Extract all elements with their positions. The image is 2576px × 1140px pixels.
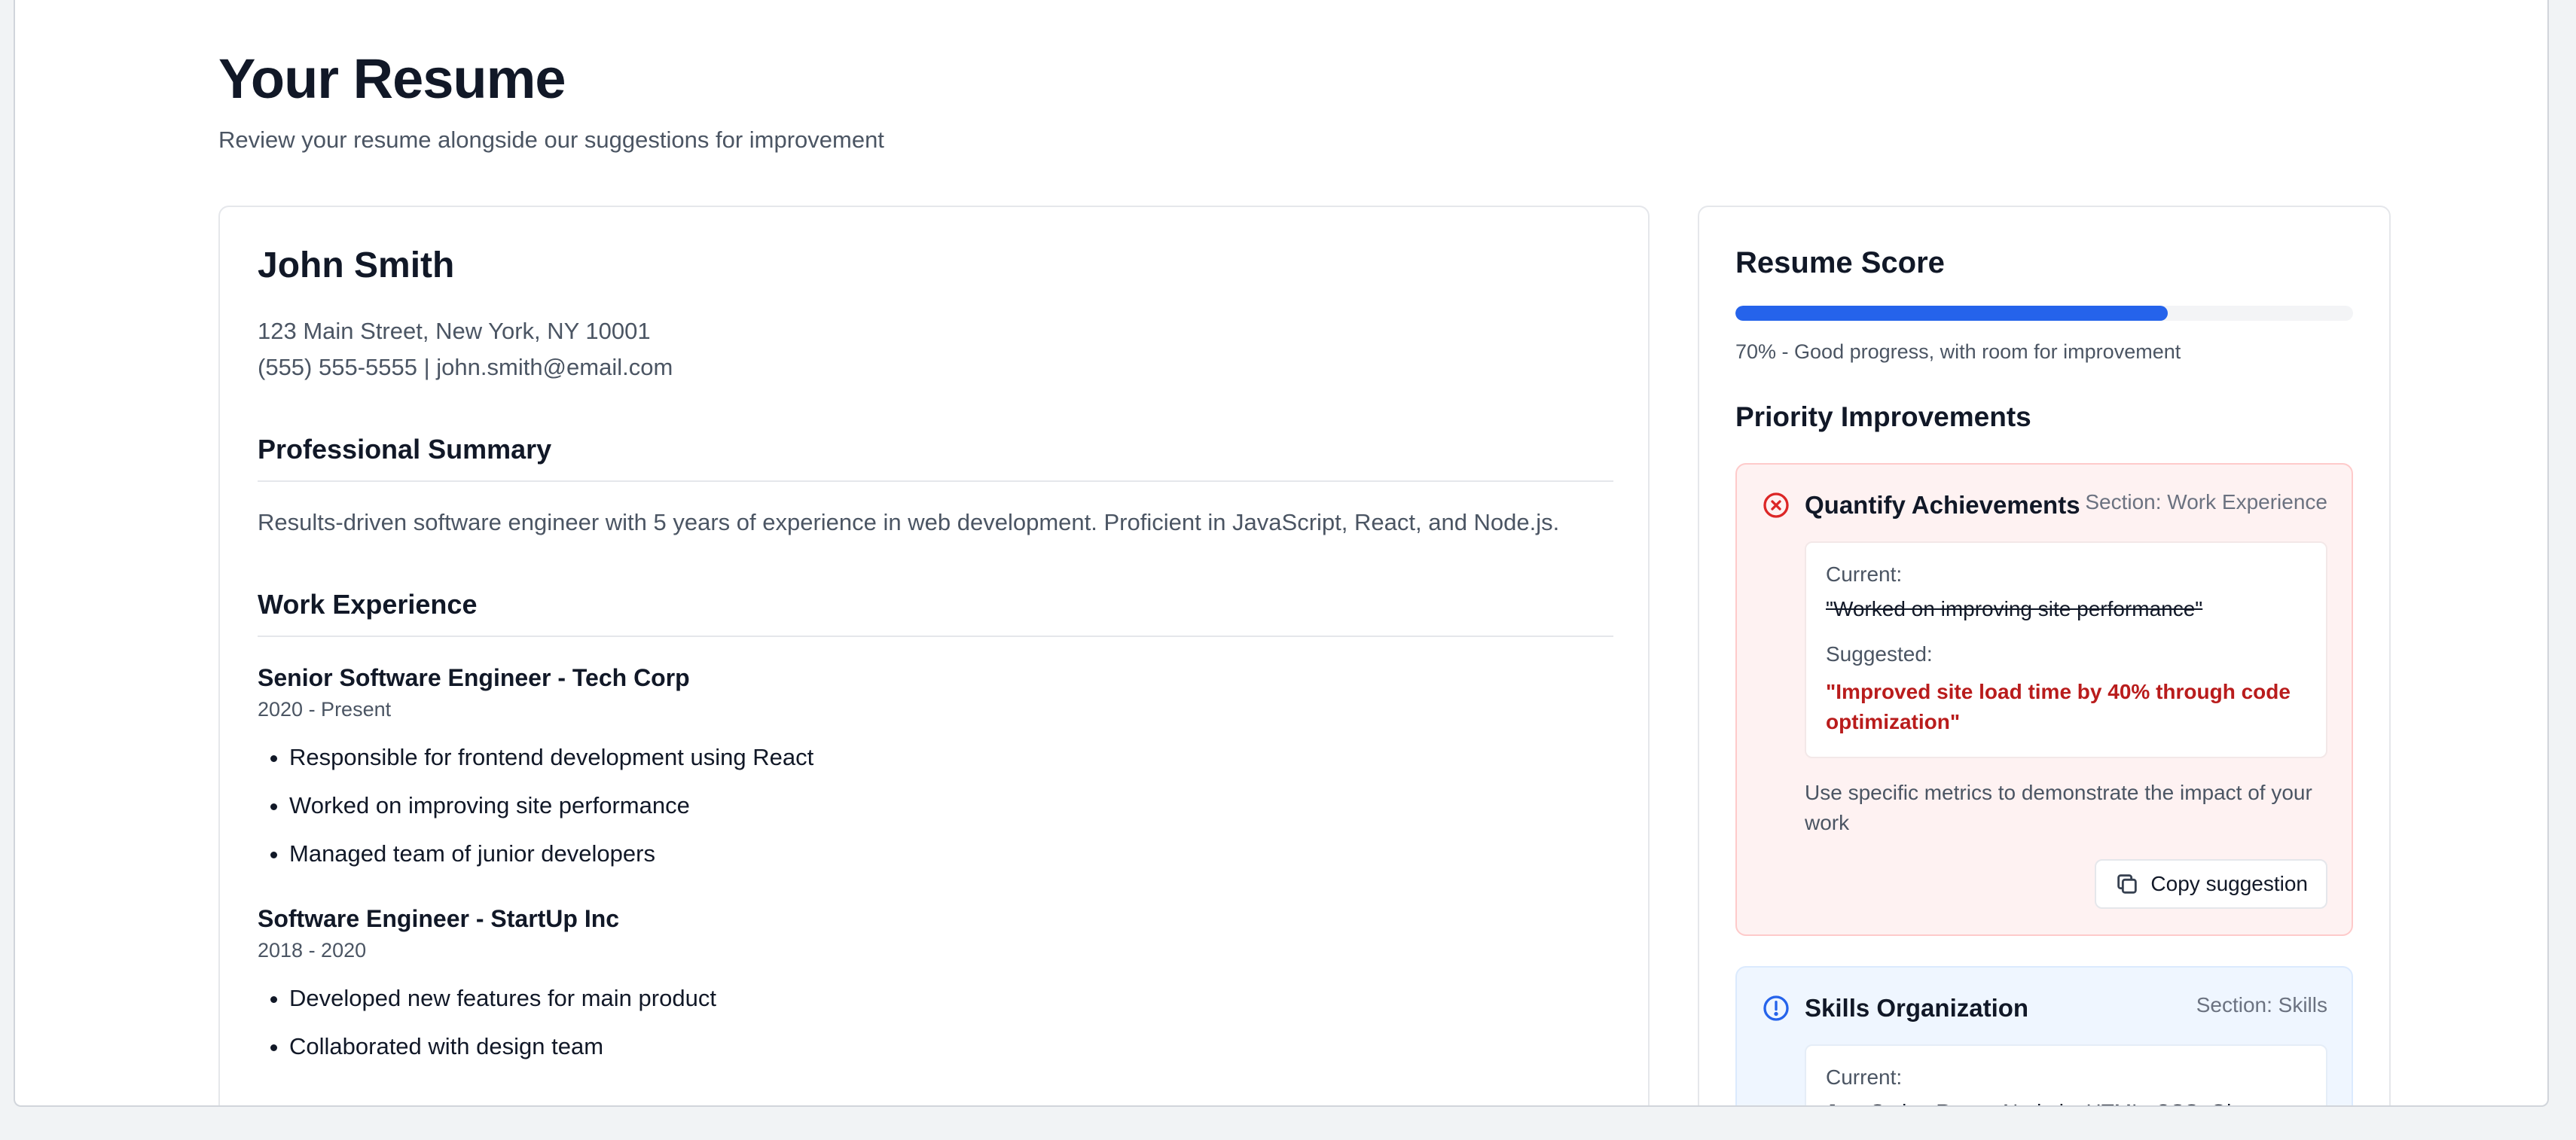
score-progress-fill	[1735, 306, 2168, 321]
resume-content: John Smith 123 Main Street, New York, NY…	[258, 245, 1613, 1071]
page-title: Your Resume	[218, 47, 566, 110]
browser-frame: Your Resume Review your resume alongside…	[14, 0, 2549, 1107]
work-heading: Work Experience	[258, 589, 1613, 637]
current-label: Current:	[1826, 562, 1903, 586]
improvement-comparison: Current: JavaScript, React, Node.js, HTM…	[1805, 1044, 2327, 1105]
improvement-title-group: Skills Organization	[1761, 993, 2028, 1023]
job-title: Software Engineer - StartUp Inc	[258, 905, 620, 932]
improvement-title: Quantify Achievements	[1805, 491, 2080, 519]
priority-title: Priority Improvements	[1735, 401, 2031, 432]
page: Your Resume Review your resume alongside…	[203, 0, 2391, 1105]
job-dates: 2018 - 2020	[258, 939, 367, 962]
job-dates: 2020 - Present	[258, 698, 392, 721]
summary-heading: Professional Summary	[258, 434, 1613, 482]
copy-icon	[2114, 871, 2140, 897]
job-bullets: Developed new features for main product …	[258, 974, 1613, 1071]
job-bullet: Responsible for frontend development usi…	[289, 733, 1613, 782]
job-bullet: Developed new features for main product	[289, 974, 1613, 1023]
improvement-card: Quantify Achievements Section: Work Expe…	[1735, 463, 2353, 936]
current-text: JavaScript, React, Node.js, HTML, CSS, G…	[1826, 1100, 2306, 1105]
suggested-label: Suggested:	[1826, 642, 1933, 666]
resume-address: 123 Main Street, New York, NY 10001	[258, 318, 651, 344]
resume-contact: (555) 555-5555 | john.smith@email.com	[258, 354, 673, 380]
improvement-header: Skills Organization Section: Skills	[1761, 993, 2327, 1023]
suggested-text: "Improved site load time by 40% through …	[1826, 680, 2291, 733]
copy-suggestion-button[interactable]: Copy suggestion	[2095, 859, 2327, 909]
job-bullet: Managed team of junior developers	[289, 830, 1613, 878]
job-entry: Senior Software Engineer - Tech Corp 202…	[258, 664, 1613, 878]
score-text: 70% - Good progress, with room for impro…	[1735, 340, 2181, 363]
improvement-header: Quantify Achievements Section: Work Expe…	[1761, 490, 2327, 520]
current-label: Current:	[1826, 1065, 1903, 1089]
improvement-tip: Use specific metrics to demonstrate the …	[1805, 781, 2312, 834]
improvement-title-group: Quantify Achievements	[1761, 490, 2080, 520]
job-bullet: Worked on improving site performance	[289, 782, 1613, 830]
copy-suggestion-label: Copy suggestion	[2150, 872, 2308, 895]
copy-row: Copy suggestion	[1761, 859, 2327, 909]
job-bullets: Responsible for frontend development usi…	[258, 733, 1613, 878]
score-title: Resume Score	[1735, 246, 1945, 279]
improvement-comparison: Current: "Worked on improving site perfo…	[1805, 541, 2327, 758]
suggestions-panel: Resume Score 70% - Good progress, with r…	[1698, 206, 2391, 1105]
job-title: Senior Software Engineer - Tech Corp	[258, 664, 690, 691]
improvement-card: Skills Organization Section: Skills Curr…	[1735, 966, 2353, 1105]
job-bullet: Collaborated with design team	[289, 1023, 1613, 1071]
resume-card: John Smith 123 Main Street, New York, NY…	[218, 206, 1650, 1105]
improvement-section: Section: Skills	[2196, 993, 2327, 1017]
page-subtitle: Review your resume alongside our suggest…	[218, 126, 884, 153]
score-progress-bar	[1735, 306, 2353, 321]
improvement-title: Skills Organization	[1805, 994, 2029, 1022]
summary-text: Results-driven software engineer with 5 …	[258, 509, 1560, 535]
x-circle-icon	[1761, 490, 1791, 520]
job-entry: Software Engineer - StartUp Inc 2018 - 2…	[258, 905, 1613, 1071]
alert-circle-icon	[1761, 993, 1791, 1023]
resume-name: John Smith	[258, 245, 455, 285]
current-text: "Worked on improving site performance"	[1826, 597, 2203, 620]
suggestions-content: Resume Score 70% - Good progress, with r…	[1735, 246, 2353, 1105]
improvement-section: Section: Work Experience	[2085, 490, 2327, 514]
